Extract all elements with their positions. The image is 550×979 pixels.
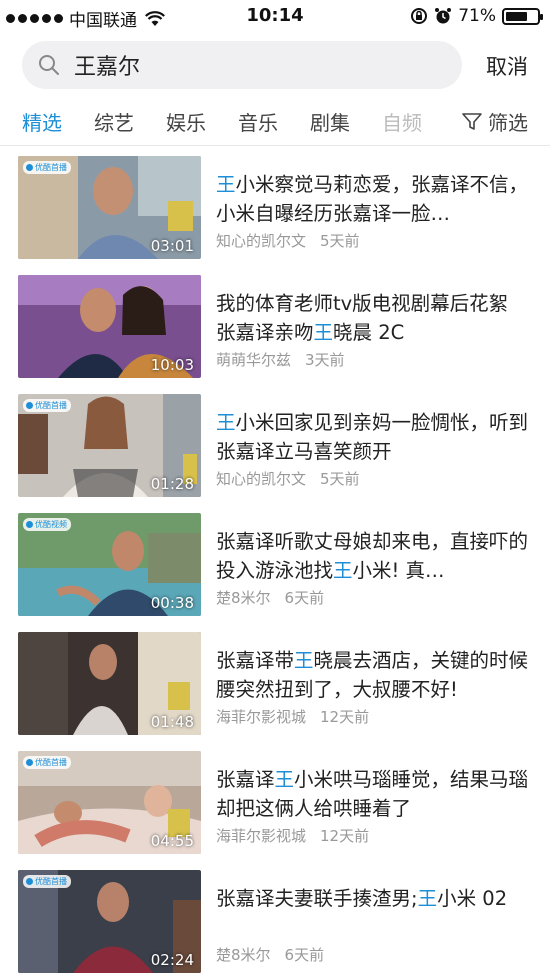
- battery-icon: [502, 7, 543, 25]
- channel-name[interactable]: 海菲尔影视城: [216, 708, 306, 726]
- channel-name[interactable]: 楚8米尔: [216, 946, 271, 964]
- search-row: 取消: [0, 38, 550, 92]
- video-result[interactable]: 10:03 我的体育老师tv版电视剧幕后花絮 张嘉译亲吻王晓晨 2C 萌萌华尔兹…: [0, 275, 550, 393]
- video-duration: 01:48: [150, 713, 194, 731]
- video-meta: 海菲尔影视城 12天前: [216, 825, 369, 846]
- battery-fill: [506, 11, 528, 21]
- channel-name[interactable]: 萌萌华尔兹: [216, 351, 291, 369]
- filter-button[interactable]: 筛选: [452, 107, 528, 136]
- title-highlight: 王: [417, 887, 438, 910]
- video-title[interactable]: 张嘉译听歌丈母娘却来电，直接吓的投入游泳池找王小米! 真…: [216, 527, 532, 585]
- title-text: 张嘉译夫妻联手揍渣男;: [216, 887, 418, 910]
- tab-variety[interactable]: 综艺: [94, 107, 134, 136]
- publish-time: 6天前: [284, 946, 325, 964]
- tab-drama[interactable]: 剧集: [310, 107, 350, 136]
- video-result[interactable]: 优酷首播 02:24 张嘉译夫妻联手揍渣男;王小米 02 楚8米尔 6天前: [0, 870, 550, 979]
- video-thumbnail[interactable]: 优酷视频 00:38: [18, 513, 201, 616]
- publish-time: 3天前: [305, 351, 345, 369]
- video-duration: 01:28: [150, 475, 194, 493]
- video-title[interactable]: 张嘉译王小米哄马瑙睡觉，结果马瑙却把这俩人给哄睡着了: [216, 765, 532, 823]
- video-duration: 04:55: [150, 832, 194, 850]
- title-highlight: 王: [333, 559, 353, 582]
- title-highlight: 王: [313, 321, 334, 344]
- video-result[interactable]: 01:48 张嘉译带王晓晨去酒店，关键的时候腰突然扭到了，大叔腰不好! 海菲尔影…: [0, 632, 550, 750]
- youku-badge: 优酷首播: [23, 756, 71, 769]
- filter-label: 筛选: [488, 111, 528, 135]
- publish-time: 12天前: [320, 708, 370, 726]
- youku-badge: 优酷首播: [23, 399, 71, 412]
- category-tabs: 精选 综艺 娱乐 音乐 剧集 自频 筛选: [0, 98, 550, 146]
- search-icon: [39, 55, 59, 75]
- battery-percent: 71%: [458, 6, 496, 26]
- tab-self-channel[interactable]: 自频: [382, 107, 422, 136]
- tab-music[interactable]: 音乐: [238, 107, 278, 136]
- title-highlight: 王: [274, 768, 295, 791]
- video-result[interactable]: 优酷视频 00:38 张嘉译听歌丈母娘却来电，直接吓的投入游泳池找王小米! 真……: [0, 513, 550, 631]
- video-thumbnail[interactable]: 优酷首播 02:24: [18, 870, 201, 973]
- title-text: 小米! 真…: [352, 559, 445, 582]
- status-right: 71%: [410, 6, 543, 26]
- video-thumbnail[interactable]: 优酷首播 01:28: [18, 394, 201, 497]
- video-meta: 楚8米尔 6天前: [216, 944, 324, 965]
- youku-badge: 优酷首播: [23, 161, 71, 174]
- video-duration: 00:38: [150, 594, 194, 612]
- channel-name[interactable]: 知心的凯尔文: [216, 470, 306, 488]
- channel-name[interactable]: 楚8米尔: [216, 589, 271, 607]
- search-input[interactable]: [74, 52, 414, 78]
- video-thumbnail[interactable]: 10:03: [18, 275, 201, 378]
- title-text: 小米回家见到亲妈一脸惆怅，听到张嘉译立马喜笑颜开: [216, 411, 529, 463]
- channel-name[interactable]: 知心的凯尔文: [216, 232, 306, 250]
- publish-time: 5天前: [320, 232, 360, 250]
- title-highlight: 王: [216, 411, 236, 434]
- channel-name[interactable]: 海菲尔影视城: [216, 827, 306, 845]
- filter-icon: [462, 112, 482, 130]
- video-meta: 知心的凯尔文 5天前: [216, 230, 360, 251]
- title-text: 小米察觉马莉恋爱，张嘉译不信，小米自曝经历张嘉译一脸…: [216, 173, 529, 225]
- video-duration: 02:24: [150, 951, 194, 969]
- tab-entertainment[interactable]: 娱乐: [166, 107, 206, 136]
- video-title[interactable]: 张嘉译夫妻联手揍渣男;王小米 02: [216, 884, 532, 913]
- video-thumbnail[interactable]: 优酷首播 03:01: [18, 156, 201, 259]
- title-text: 张嘉译: [216, 768, 275, 791]
- video-meta: 海菲尔影视城 12天前: [216, 706, 369, 727]
- video-title[interactable]: 王小米察觉马莉恋爱，张嘉译不信，小米自曝经历张嘉译一脸…: [216, 170, 532, 228]
- title-text: 张嘉译带: [216, 649, 295, 672]
- video-thumbnail[interactable]: 01:48: [18, 632, 201, 735]
- youku-badge: 优酷首播: [23, 875, 71, 888]
- video-result[interactable]: 优酷首播 04:55 张嘉译王小米哄马瑙睡觉，结果马瑙却把这俩人给哄睡着了 海菲…: [0, 751, 550, 869]
- title-text: 晓晨 2C: [333, 321, 405, 344]
- video-meta: 知心的凯尔文 5天前: [216, 468, 360, 489]
- video-duration: 10:03: [150, 356, 194, 374]
- video-meta: 楚8米尔 6天前: [216, 587, 324, 608]
- title-text: 小米 02: [437, 887, 508, 910]
- search-box[interactable]: [22, 41, 462, 89]
- title-highlight: 王: [216, 173, 236, 196]
- video-result[interactable]: 优酷首播 01:28 王小米回家见到亲妈一脸惆怅，听到张嘉译立马喜笑颜开 知心的…: [0, 394, 550, 512]
- publish-time: 6天前: [284, 589, 325, 607]
- status-bar: 中国联通 10:14 71%: [0, 0, 550, 32]
- video-title[interactable]: 我的体育老师tv版电视剧幕后花絮 张嘉译亲吻王晓晨 2C: [216, 289, 532, 347]
- publish-time: 5天前: [320, 470, 360, 488]
- publish-time: 12天前: [320, 827, 370, 845]
- alarm-icon: [435, 8, 452, 24]
- video-meta: 萌萌华尔兹 3天前: [216, 349, 345, 370]
- video-title[interactable]: 王小米回家见到亲妈一脸惆怅，听到张嘉译立马喜笑颜开: [216, 408, 532, 466]
- video-result[interactable]: 优酷首播 03:01 王小米察觉马莉恋爱，张嘉译不信，小米自曝经历张嘉译一脸… …: [0, 156, 550, 274]
- rotation-lock-icon: [411, 8, 428, 24]
- youku-badge: 优酷视频: [23, 518, 71, 531]
- video-thumbnail[interactable]: 优酷首播 04:55: [18, 751, 201, 854]
- video-duration: 03:01: [150, 237, 194, 255]
- title-highlight: 王: [294, 649, 314, 672]
- video-title[interactable]: 张嘉译带王晓晨去酒店，关键的时候腰突然扭到了，大叔腰不好!: [216, 646, 532, 704]
- cancel-button[interactable]: 取消: [486, 51, 528, 81]
- tab-featured[interactable]: 精选: [22, 107, 62, 136]
